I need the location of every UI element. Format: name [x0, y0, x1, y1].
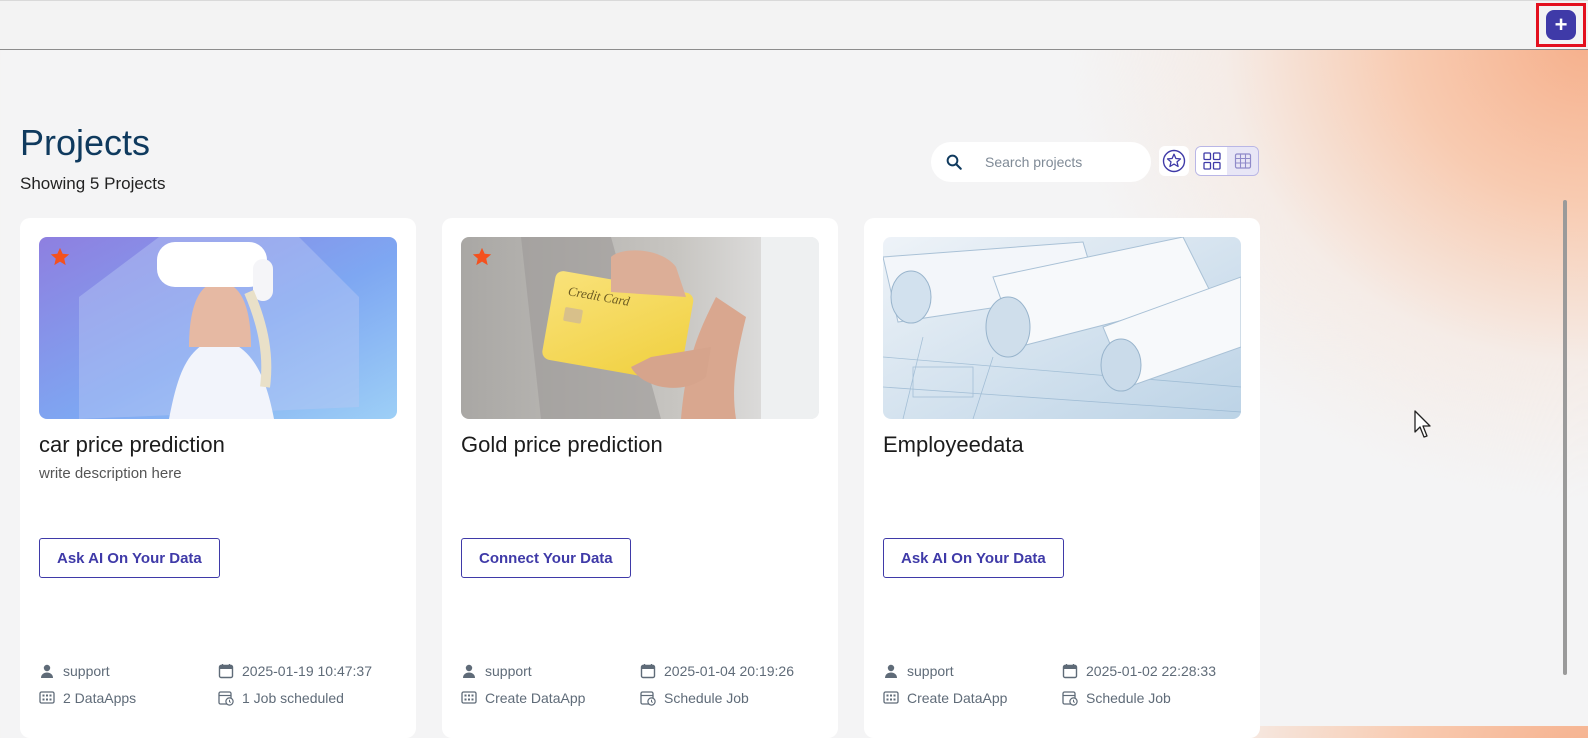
project-jobs[interactable]: Schedule Job [1062, 690, 1171, 706]
project-name[interactable]: Employeedata [883, 432, 1024, 458]
jobs-label: Schedule Job [664, 690, 749, 706]
ask-ai-button[interactable]: Ask AI On Your Data [883, 538, 1064, 578]
add-project-button[interactable]: + [1546, 10, 1576, 40]
jobs-label: 1 Job scheduled [242, 690, 344, 706]
owner-label: support [907, 663, 954, 679]
dataapp-icon [883, 691, 899, 704]
search-box[interactable] [931, 142, 1151, 182]
project-jobs[interactable]: Schedule Job [640, 690, 749, 706]
user-icon [885, 664, 897, 678]
project-dataapps[interactable]: 2 DataApps [39, 690, 136, 706]
view-toggle [1195, 146, 1259, 176]
project-thumbnail: Credit Card [461, 237, 819, 419]
dataapp-icon [39, 691, 55, 704]
search-icon [946, 154, 962, 170]
grid-view-button[interactable] [1196, 147, 1227, 175]
connect-data-button[interactable]: Connect Your Data [461, 538, 631, 578]
schedule-icon [1062, 691, 1078, 706]
ask-ai-button[interactable]: Ask AI On Your Data [39, 538, 220, 578]
project-card[interactable]: Credit Card Gold price prediction Connec… [442, 218, 838, 738]
project-name[interactable]: car price prediction [39, 432, 225, 458]
date-label: 2025-01-19 10:47:37 [242, 663, 372, 679]
owner-label: support [485, 663, 532, 679]
jobs-label: Schedule Job [1086, 690, 1171, 706]
user-icon [41, 664, 53, 678]
favorite-star-icon[interactable] [471, 246, 493, 268]
dataapps-label: Create DataApp [907, 690, 1008, 706]
date-label: 2025-01-02 22:28:33 [1086, 663, 1216, 679]
project-date: 2025-01-04 20:19:26 [640, 663, 794, 679]
project-owner: support [39, 663, 110, 679]
date-label: 2025-01-04 20:19:26 [664, 663, 794, 679]
calendar-icon [640, 664, 656, 679]
owner-label: support [63, 663, 110, 679]
dataapps-label: 2 DataApps [63, 690, 137, 706]
project-date: 2025-01-19 10:47:37 [218, 663, 372, 679]
page-title: Projects [20, 122, 151, 163]
project-thumbnail [883, 237, 1241, 419]
project-jobs[interactable]: 1 Job scheduled [218, 690, 344, 706]
table-view-button[interactable] [1227, 147, 1258, 175]
project-count: Showing 5 Projects [20, 174, 166, 193]
project-dataapps[interactable]: Create DataApp [883, 690, 1007, 706]
search-input[interactable] [983, 153, 1137, 171]
top-bar: + [0, 0, 1588, 50]
project-owner: support [883, 663, 954, 679]
project-card[interactable]: Employeedata Ask AI On Your Data support… [864, 218, 1260, 738]
project-dataapps[interactable]: Create DataApp [461, 690, 585, 706]
add-button-highlight: + [1536, 3, 1586, 47]
schedule-icon [218, 691, 234, 706]
star-outline-icon [1162, 149, 1186, 173]
project-owner: support [461, 663, 532, 679]
favorites-filter-button[interactable] [1159, 146, 1189, 176]
project-description: write description here [39, 465, 182, 482]
dataapp-icon [461, 691, 477, 704]
user-icon [463, 664, 475, 678]
page-scrollbar[interactable] [1563, 200, 1567, 675]
project-name[interactable]: Gold price prediction [461, 432, 663, 458]
dataapps-label: Create DataApp [485, 690, 586, 706]
project-card[interactable]: car price prediction write description h… [20, 218, 416, 738]
mouse-cursor-icon [1414, 410, 1431, 438]
calendar-icon [218, 664, 234, 679]
schedule-icon [640, 691, 656, 706]
table-icon [1234, 153, 1251, 169]
project-thumbnail [39, 237, 397, 419]
calendar-icon [1062, 664, 1078, 679]
favorite-star-icon[interactable] [49, 246, 71, 268]
grid-icon [1202, 152, 1221, 170]
project-date: 2025-01-02 22:28:33 [1062, 663, 1216, 679]
